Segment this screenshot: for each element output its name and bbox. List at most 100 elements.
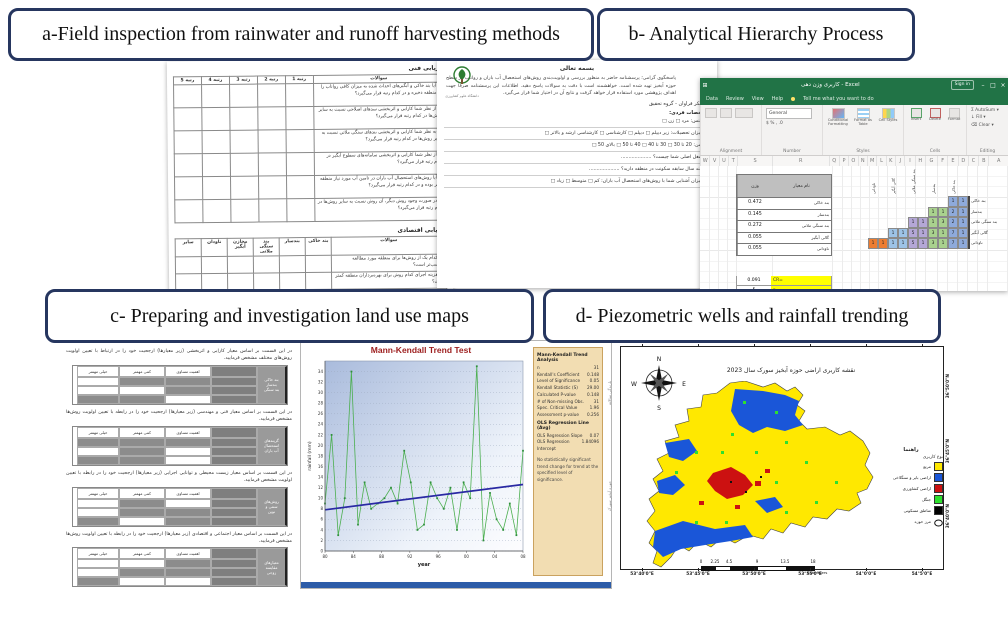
rating-cell[interactable]: [77, 568, 119, 577]
answer-cell[interactable]: [285, 106, 313, 129]
rating-cell[interactable]: [77, 386, 119, 395]
answer-cell[interactable]: [306, 272, 332, 289]
matrix-cell[interactable]: 1: [888, 238, 898, 249]
matrix-cell[interactable]: 1: [958, 196, 968, 207]
matrix-cell[interactable]: 2: [948, 217, 958, 228]
rating-cell[interactable]: [119, 456, 165, 465]
answer-cell[interactable]: [202, 107, 230, 130]
weights-row[interactable]: 0.145بندسار: [736, 210, 832, 222]
rating-cell[interactable]: [119, 386, 165, 395]
survey-field-row[interactable]: 2- میزان تحصیلات: زیر دیپلم □ دیپلم □ کا…: [444, 128, 710, 140]
matrix-cell[interactable]: 1: [878, 238, 888, 249]
rating-cell[interactable]: [119, 559, 165, 568]
matrix-cell[interactable]: 3: [938, 217, 948, 228]
matrix-cell[interactable]: 5: [908, 228, 918, 239]
answer-cell[interactable]: [227, 256, 253, 273]
survey-field-row[interactable]: 4- شغل اصلی شما چیست؟ ..................…: [444, 152, 710, 164]
ribbon-tab-view[interactable]: View: [752, 96, 764, 102]
answer-cell[interactable]: [231, 199, 259, 222]
rating-cell[interactable]: [119, 447, 165, 456]
autosum-button[interactable]: Σ AutoSum ▾: [971, 108, 999, 114]
survey-field-row[interactable]: 3- سن: 20 تا 30 □ 30 تا 40 □ 40 تا 50 □ …: [444, 140, 710, 152]
answer-cell[interactable]: [201, 256, 227, 273]
matrix-cell[interactable]: 1: [938, 228, 948, 239]
answer-cell[interactable]: [286, 129, 314, 152]
answer-cell[interactable]: [280, 272, 306, 289]
format-as-table-button[interactable]: Format as Table: [852, 108, 874, 127]
answer-cell[interactable]: [286, 198, 314, 221]
weights-row[interactable]: 0.055ناودانی: [736, 244, 832, 256]
matrix-cell[interactable]: 1: [888, 228, 898, 239]
weights-row[interactable]: 0.272بند سنگی ملاتی: [736, 221, 832, 233]
rating-cell[interactable]: [119, 395, 165, 404]
rating-cell[interactable]: [77, 499, 119, 508]
answer-cell[interactable]: [175, 257, 201, 274]
close-button[interactable]: ×: [998, 82, 1008, 89]
matrix-cell[interactable]: 1: [938, 238, 948, 249]
rating-cell[interactable]: [77, 456, 119, 465]
survey-field-row[interactable]: 5- چند سال سابقه سکونت در منطقه دارید؟ .…: [444, 164, 710, 176]
matrix-cell[interactable]: 7: [948, 228, 958, 239]
answer-cell[interactable]: [279, 256, 305, 273]
rating-cell[interactable]: [165, 447, 211, 456]
answer-cell[interactable]: [286, 175, 314, 198]
cell-styles-button[interactable]: Cell Styles: [877, 108, 899, 123]
matrix-cell[interactable]: 1: [958, 238, 968, 249]
answer-cell[interactable]: [203, 199, 231, 222]
matrix-cell[interactable]: 2: [948, 207, 958, 218]
rating-cell[interactable]: [77, 508, 119, 517]
answer-cell[interactable]: [285, 83, 313, 106]
answer-cell[interactable]: [176, 273, 202, 290]
survey-field-row[interactable]: 1- جنس: مرد □ زن □: [444, 116, 710, 128]
answer-cell[interactable]: [229, 84, 257, 107]
rating-cell[interactable]: [119, 499, 165, 508]
ribbon-tab-tell-me-what-you-want-to-do[interactable]: Tell me what you want to do: [803, 96, 874, 102]
rating-cell[interactable]: [165, 559, 211, 568]
rating-cell[interactable]: [77, 377, 119, 386]
conditional-formatting-button[interactable]: Conditional Formatting: [827, 108, 849, 127]
matrix-cell[interactable]: 1: [918, 228, 928, 239]
rating-cell[interactable]: [119, 377, 165, 386]
rating-cell[interactable]: [165, 508, 211, 517]
answer-cell[interactable]: [174, 85, 202, 108]
answer-cell[interactable]: [175, 177, 203, 200]
weights-row[interactable]: 0.472بند خاکی: [736, 198, 832, 210]
wrap-text-icon[interactable]: [735, 108, 753, 118]
weights-row[interactable]: 0.055گالی آبگیر: [736, 233, 832, 245]
matrix-cell[interactable]: 1: [928, 217, 938, 228]
matrix-cell[interactable]: 3: [928, 228, 938, 239]
answer-cell[interactable]: [258, 153, 286, 176]
number-format-dropdown[interactable]: General: [766, 108, 812, 119]
matrix-cell[interactable]: 1: [928, 207, 938, 218]
matrix-cell[interactable]: 3: [928, 238, 938, 249]
matrix-cell[interactable]: 1: [958, 217, 968, 228]
answer-cell[interactable]: [258, 107, 286, 130]
rating-cell[interactable]: [165, 377, 211, 386]
rating-cell[interactable]: [165, 456, 211, 465]
matrix-cell[interactable]: 7: [948, 238, 958, 249]
clear-button[interactable]: ⌫ Clear ▾: [971, 123, 994, 129]
matrix-cell[interactable]: 1: [958, 228, 968, 239]
matrix-cell[interactable]: 1: [868, 238, 878, 249]
rating-cell[interactable]: [165, 517, 211, 526]
answer-cell[interactable]: [202, 273, 228, 290]
rating-cell[interactable]: [119, 568, 165, 577]
rating-cell[interactable]: [119, 438, 165, 447]
sign-in-button[interactable]: Sign in: [951, 80, 974, 90]
rating-cell[interactable]: [77, 447, 119, 456]
answer-cell[interactable]: [202, 176, 230, 199]
delete-cells-button[interactable]: Delete: [927, 108, 943, 122]
answer-cell[interactable]: [201, 84, 229, 107]
answer-cell[interactable]: [175, 200, 203, 223]
matrix-cell[interactable]: 1: [898, 228, 908, 239]
answer-cell[interactable]: [253, 256, 279, 273]
matrix-cell[interactable]: 1: [898, 238, 908, 249]
answer-cell[interactable]: [286, 152, 314, 175]
cr-row[interactable]: 0.091CR=: [736, 276, 832, 287]
rating-cell[interactable]: [119, 508, 165, 517]
matrix-cell[interactable]: 1: [908, 217, 918, 228]
answer-cell[interactable]: [202, 130, 230, 153]
answer-cell[interactable]: [259, 199, 287, 222]
fill-button[interactable]: ↓ Fill ▾: [971, 115, 986, 121]
answer-cell[interactable]: [254, 273, 280, 290]
